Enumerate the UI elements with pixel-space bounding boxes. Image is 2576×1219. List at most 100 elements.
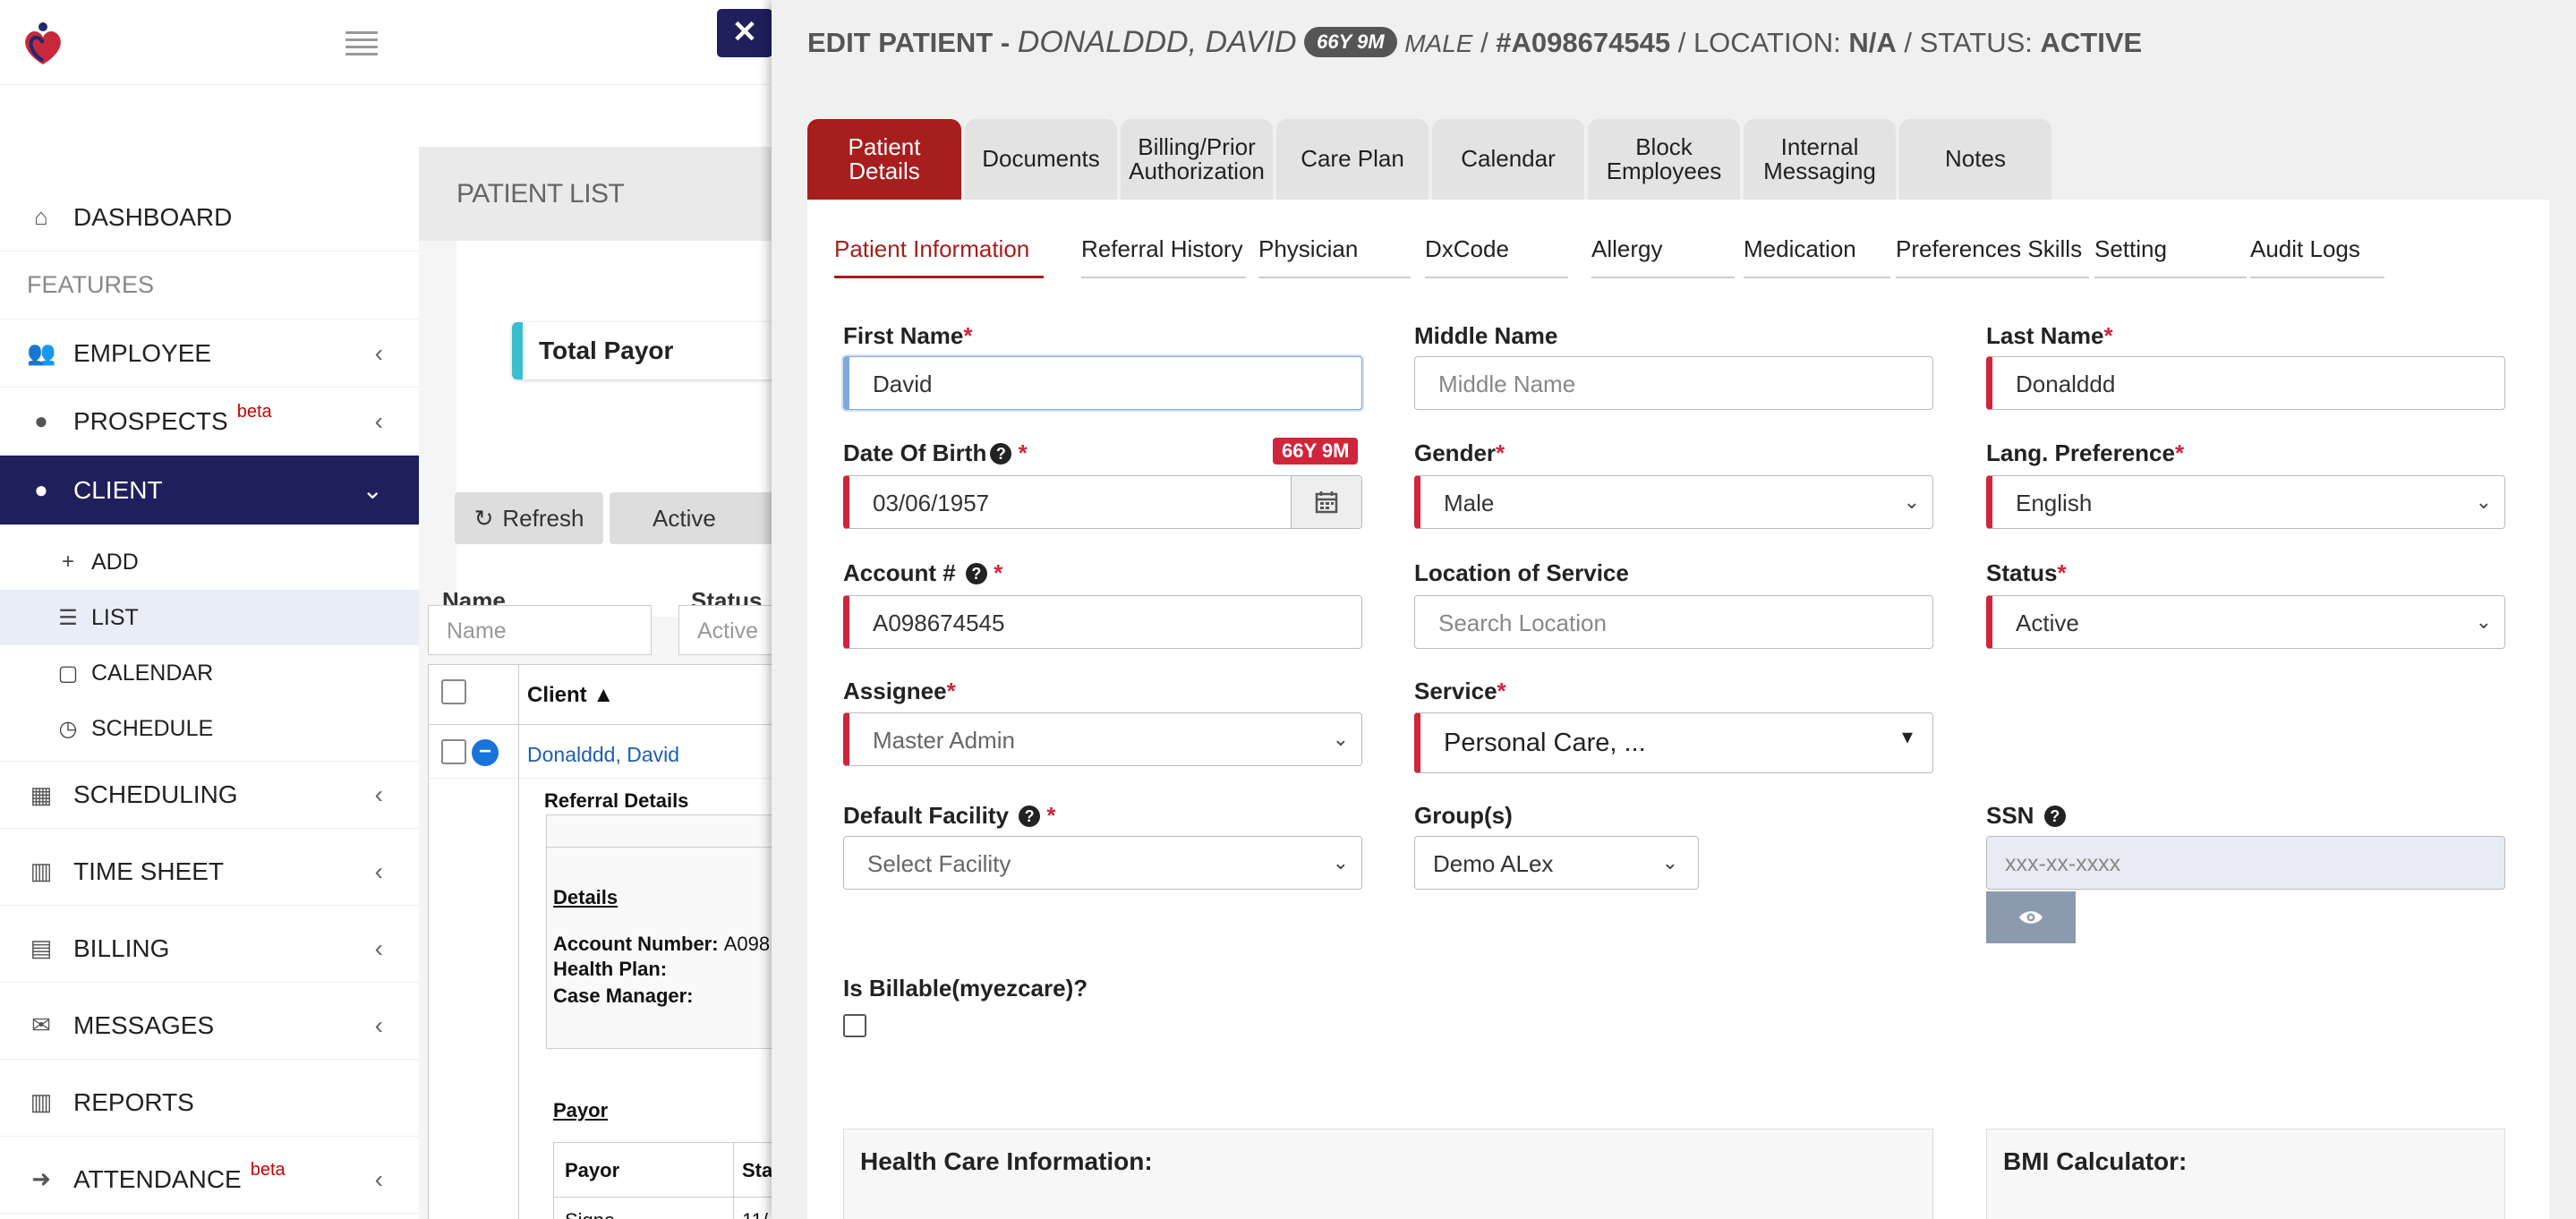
plus-icon: + <box>61 550 74 574</box>
select-all-checkbox[interactable] <box>441 679 466 704</box>
question-icon[interactable]: ? <box>965 563 987 584</box>
subtab-patient-information[interactable]: Patient Information <box>834 234 1044 278</box>
groups-select[interactable]: Demo ALex ⌄ <box>1414 836 1699 890</box>
sign-in-icon: ➜ <box>31 1165 51 1192</box>
subtab-physician[interactable]: Physician <box>1258 234 1411 278</box>
sidebar-subitem-add[interactable]: + ADD <box>0 534 419 590</box>
ssn-label: SSN ? <box>1986 802 2066 830</box>
service-multiselect[interactable]: Personal Care, ... ▾ <box>1414 712 1933 773</box>
status-column-header: Sta <box>742 1159 773 1181</box>
sidebar-item-label: TIME SHEET <box>73 857 225 885</box>
referral-details-box <box>546 814 779 1049</box>
sidebar-item-scheduling[interactable]: ▦ SCHEDULING ‹ <box>0 761 419 829</box>
client-name-link[interactable]: Donalddd, David <box>527 743 679 767</box>
tab-calendar[interactable]: Calendar <box>1432 119 1584 200</box>
active-filter-dropdown[interactable]: Active <box>610 492 780 544</box>
tab-documents[interactable]: Documents <box>965 119 1117 200</box>
column-header-client[interactable]: Client ▲ <box>527 683 614 708</box>
sidebar-item-employee[interactable]: 👥 EMPLOYEE ‹ <box>0 320 419 388</box>
tab-internal-messaging[interactable]: Internal Messaging <box>1744 119 1896 200</box>
sidebar-item-billing[interactable]: ▤ BILLING ‹ <box>0 915 419 983</box>
account-field[interactable]: A098674545 <box>843 595 1362 649</box>
table-row[interactable]: − Donalddd, David <box>429 725 787 1219</box>
subtab-allergy[interactable]: Allergy <box>1591 234 1735 278</box>
name-filter-input[interactable]: Name <box>428 605 652 655</box>
bar-chart-icon: ▥ <box>30 1088 53 1115</box>
status-select[interactable]: Active ⌄ <box>1986 595 2505 649</box>
payor-cell: Signa <box>565 1209 615 1219</box>
first-name-field[interactable]: David <box>843 356 1362 410</box>
file-icon: ▤ <box>30 934 53 961</box>
sidebar-item-dashboard[interactable]: ⌂ DASHBOARD <box>0 183 419 251</box>
gender-text: MALE <box>1404 30 1473 57</box>
sidebar-item-prospects[interactable]: ● PROSPECTS beta ‹ <box>0 388 419 456</box>
lang-preference-select[interactable]: English ⌄ <box>1986 475 2505 529</box>
sidebar: ⌂ DASHBOARD FEATURES 👥 EMPLOYEE ‹ ● PROS… <box>0 183 419 1219</box>
billable-checkbox[interactable] <box>843 1014 866 1037</box>
tab-care-plan[interactable]: Care Plan <box>1276 119 1429 200</box>
subtab-medication[interactable]: Medication <box>1744 234 1890 278</box>
last-name-field[interactable]: Donalddd <box>1986 356 2505 410</box>
sidebar-item-label: ATTENDANCE <box>73 1164 242 1193</box>
sidebar-item-label: DASHBOARD <box>73 202 233 231</box>
status-label: Status* <box>1986 559 2067 586</box>
app-logo[interactable] <box>16 18 70 72</box>
sidebar-item-client[interactable]: ● CLIENT ⌄ <box>0 456 419 525</box>
sidebar-item-reports[interactable]: ▥ REPORTS <box>0 1069 419 1137</box>
sidebar-section-label: FEATURES <box>27 271 155 298</box>
default-facility-select[interactable]: Select Facility ⌄ <box>843 836 1362 890</box>
table-header: Client ▲ <box>429 664 787 726</box>
tab-block-employees[interactable]: Block Employees <box>1588 119 1740 200</box>
subtab-preferences-skills[interactable]: Preferences Skills <box>1896 234 2089 278</box>
question-icon[interactable]: ? <box>990 443 1012 465</box>
status-filter-select[interactable]: Active <box>678 605 777 655</box>
details-heading: Details <box>553 886 618 908</box>
sidebar-subitem-schedule[interactable]: ◷ SCHEDULE <box>0 701 419 756</box>
patient-name: DONALDDD, DAVID <box>1017 25 1297 59</box>
dob-field[interactable]: 03/06/1957 <box>843 475 1292 529</box>
close-icon[interactable]: ✕ <box>717 9 772 57</box>
service-label: Service* <box>1414 678 1506 704</box>
patient-list-title: PATIENT LIST <box>419 147 777 241</box>
refresh-button[interactable]: ↻ Refresh <box>455 492 603 544</box>
chevron-down-icon: ⌄ <box>1332 728 1349 750</box>
sidebar-subitem-calendar[interactable]: ▢ CALENDAR <box>0 645 419 701</box>
modal-title-prefix: EDIT PATIENT - <box>807 27 1018 58</box>
question-icon[interactable]: ? <box>2043 806 2066 827</box>
location-search-input[interactable]: Search Location <box>1414 595 1933 649</box>
list-icon: ☰ <box>58 605 78 630</box>
total-payor-card[interactable]: Total Payor <box>512 322 780 379</box>
tab-billing-prior-authorization[interactable]: Billing/Prior Authorization <box>1121 119 1273 200</box>
show-ssn-button[interactable] <box>1986 891 2076 943</box>
account-number-label: Account Number: A098 <box>553 933 771 955</box>
sidebar-item-label: MESSAGES <box>73 1010 215 1039</box>
collapse-row-icon[interactable]: − <box>472 739 499 766</box>
chevron-left-icon: ‹ <box>374 1164 383 1193</box>
hamburger-icon[interactable] <box>345 27 378 55</box>
gender-label: Gender* <box>1414 439 1506 466</box>
referral-details-heading: Referral Details <box>544 789 689 812</box>
account-label: Account # ? * <box>843 559 1003 586</box>
sidebar-item-attendance[interactable]: ➜ ATTENDANCE beta ‹ <box>0 1146 419 1214</box>
gender-select[interactable]: Male ⌄ <box>1414 475 1933 529</box>
sidebar-item-messages[interactable]: ✉ MESSAGES ‹ <box>0 992 419 1060</box>
subtab-audit-logs[interactable]: Audit Logs <box>2250 234 2384 278</box>
sidebar-item-time-sheet[interactable]: ▥ TIME SHEET ‹ <box>0 838 419 906</box>
status-value: ACTIVE <box>2040 27 2143 58</box>
subtab-setting[interactable]: Setting <box>2094 234 2247 278</box>
calendar-button[interactable] <box>1291 475 1362 529</box>
subtab-referral-history[interactable]: Referral History <box>1081 234 1246 278</box>
tab-notes[interactable]: Notes <box>1899 119 2051 200</box>
sidebar-item-label: CLIENT <box>73 475 163 504</box>
sidebar-subitem-list[interactable]: ☰ LIST <box>0 590 419 645</box>
sidebar-item-label: BILLING <box>73 933 170 962</box>
subtab-dxcode[interactable]: DxCode <box>1425 234 1568 278</box>
question-icon[interactable]: ? <box>1019 806 1041 827</box>
middle-name-field[interactable]: Middle Name <box>1414 356 1933 410</box>
tab-patient-details[interactable]: Patient Details <box>807 119 961 200</box>
chevron-left-icon: ‹ <box>374 933 383 962</box>
assignee-select[interactable]: Master Admin ⌄ <box>843 712 1362 766</box>
chevron-left-icon: ‹ <box>374 406 383 435</box>
row-checkbox[interactable] <box>441 739 466 764</box>
ssn-field[interactable]: xxx-xx-xxxx <box>1986 836 2505 890</box>
